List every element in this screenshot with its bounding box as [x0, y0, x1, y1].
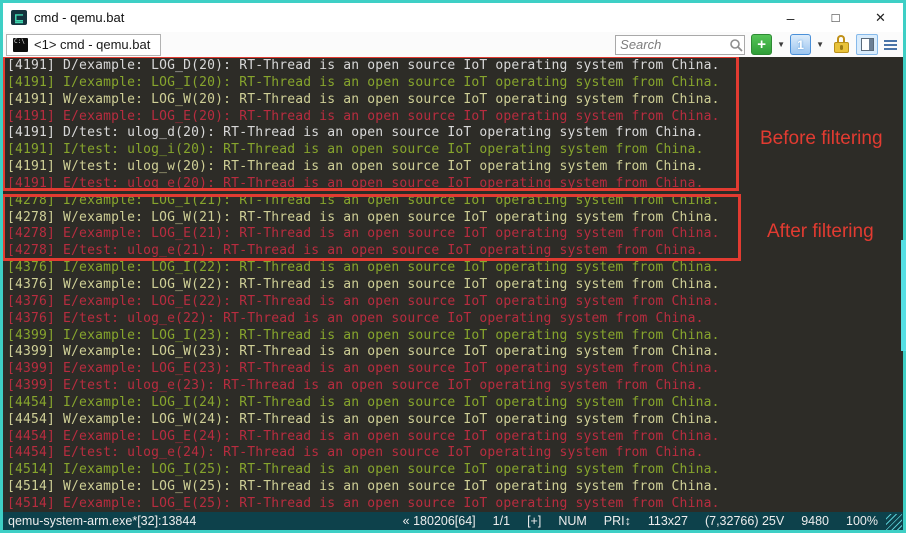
statusbar-item: 100% — [846, 514, 878, 528]
statusbar-item: (7,32766) 25V — [705, 514, 784, 528]
terminal-log-line: [4376] E/example: LOG_E(22): RT-Thread i… — [7, 294, 903, 311]
window-title: cmd - qemu.bat — [34, 10, 124, 25]
statusbar-item: PRI↕ — [604, 514, 631, 528]
after-filtering-label: After filtering — [767, 221, 874, 243]
terminal-log-line: [4454] E/test: ulog_e(24): RT-Thread is … — [7, 445, 903, 462]
statusbar-item: [+] — [527, 514, 541, 528]
statusbar-item: 1/1 — [493, 514, 510, 528]
statusbar-item: 9480 — [801, 514, 829, 528]
resize-grip-icon[interactable] — [886, 514, 902, 530]
statusbar-item: « 180206[64] — [403, 514, 476, 528]
before-filtering-label: Before filtering — [760, 128, 883, 150]
cmd-icon: C:\ — [13, 38, 28, 52]
close-button[interactable]: ✕ — [858, 3, 903, 32]
minimize-button[interactable]: – — [768, 3, 813, 32]
terminal-log-line: [4454] I/example: LOG_I(24): RT-Thread i… — [7, 395, 903, 412]
statusbar-process: qemu-system-arm.exe*[32]:13844 — [8, 514, 196, 528]
plus-icon: + — [757, 37, 766, 52]
new-console-button[interactable]: + — [751, 34, 772, 55]
conemu-window: ⊑ cmd - qemu.bat – □ ✕ C:\ <1> cmd - qem… — [0, 0, 906, 533]
terminal-log-line: [4514] I/example: LOG_I(25): RT-Thread i… — [7, 462, 903, 479]
tab-bar: C:\ <1> cmd - qemu.bat + ▼ 1 ▼ — [3, 32, 903, 57]
scrollbar-thumb[interactable] — [901, 240, 906, 351]
tab-label: <1> cmd - qemu.bat — [34, 37, 150, 52]
terminal-log-line: [4454] E/example: LOG_E(24): RT-Thread i… — [7, 429, 903, 446]
terminal-log-line: [4454] W/example: LOG_W(24): RT-Thread i… — [7, 412, 903, 429]
status-bar: qemu-system-arm.exe*[32]:13844 « 180206[… — [3, 512, 903, 530]
console-dropdown-icon[interactable]: ▼ — [811, 40, 829, 49]
conemu-logo-glyph: ⊑ — [14, 12, 24, 24]
lock-keyhole — [840, 45, 843, 50]
console-number: 1 — [797, 38, 804, 52]
cmd-icon-text: C:\ — [14, 38, 25, 45]
statusbar-item: NUM — [558, 514, 586, 528]
titlebar: ⊑ cmd - qemu.bat – □ ✕ — [3, 3, 903, 32]
terminal-log-line: [4514] W/example: LOG_W(25): RT-Thread i… — [7, 479, 903, 496]
terminal-log-line: [4399] W/example: LOG_W(23): RT-Thread i… — [7, 344, 903, 361]
sidebar-toggle-button[interactable] — [856, 34, 878, 55]
terminal-log-line: [4399] E/test: ulog_e(23): RT-Thread is … — [7, 378, 903, 395]
terminal-log-line: [4376] I/example: LOG_I(22): RT-Thread i… — [7, 260, 903, 277]
console-number-button[interactable]: 1 — [790, 34, 811, 55]
search-icon[interactable] — [727, 36, 744, 53]
search-input[interactable] — [616, 37, 727, 52]
before-filtering-box — [3, 57, 739, 191]
terminal-log-line: [4514] E/example: LOG_E(25): RT-Thread i… — [7, 496, 903, 512]
toolbar: + ▼ 1 ▼ — [615, 32, 903, 57]
conemu-logo-icon: ⊑ — [11, 10, 27, 25]
maximize-button[interactable]: □ — [813, 3, 858, 32]
terminal-log-line: [4399] E/example: LOG_E(23): RT-Thread i… — [7, 361, 903, 378]
menu-icon[interactable] — [882, 40, 899, 50]
terminal-log-line: [4376] E/test: ulog_e(22): RT-Thread is … — [7, 311, 903, 328]
sidebar-panel-icon — [861, 38, 874, 51]
statusbar-item: 113x27 — [648, 514, 688, 528]
statusbar-items: « 180206[64] 1/1 [+] NUM PRI↕ 113x27 (7,32766)… — [386, 514, 878, 528]
tab-cmd-qemu[interactable]: C:\ <1> cmd - qemu.bat — [6, 34, 161, 56]
new-console-dropdown-icon[interactable]: ▼ — [772, 40, 790, 49]
window-controls: – □ ✕ — [768, 3, 903, 32]
terminal[interactable]: [4191] D/example: LOG_D(20): RT-Thread i… — [3, 57, 903, 512]
after-filtering-box — [3, 194, 741, 261]
terminal-log-line: [4399] I/example: LOG_I(23): RT-Thread i… — [7, 328, 903, 345]
terminal-log-line: [4376] W/example: LOG_W(22): RT-Thread i… — [7, 277, 903, 294]
search-box — [615, 35, 745, 55]
lock-icon[interactable] — [833, 35, 850, 54]
